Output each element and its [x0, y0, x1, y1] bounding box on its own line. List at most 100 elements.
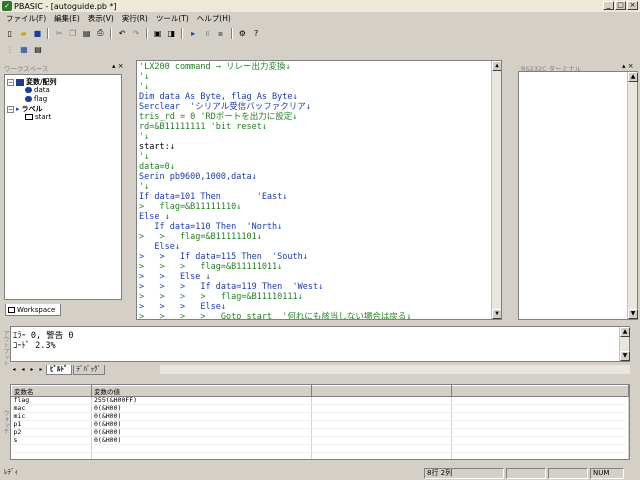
variables-folder-icon: [16, 78, 24, 86]
menu-view[interactable]: 表示(V): [88, 13, 114, 24]
code-line[interactable]: > > > Else↓: [139, 302, 226, 312]
menu-help[interactable]: ヘルプ(H): [197, 13, 231, 24]
collapse-icon[interactable]: −: [7, 105, 14, 113]
code-line[interactable]: tris_rd = 0 'RDポートを出力に設定↓: [139, 112, 297, 122]
code-line[interactable]: data=0↓: [139, 162, 175, 172]
collapse-icon[interactable]: −: [7, 78, 14, 86]
workspace-panel-controls[interactable]: ▴ ×: [112, 62, 124, 70]
output-vertical-scrollbar[interactable]: ▲ ▼: [619, 327, 630, 361]
copy-icon[interactable]: ❐: [67, 28, 79, 39]
tree-item-label: data: [34, 86, 50, 94]
empty-cell: [311, 452, 452, 459]
menu-bar: ファイル(F) 編集(E) 表示(V) 実行(R) ツール(T) ヘルプ(H): [0, 12, 640, 25]
variables-watch-table[interactable]: 変数名 変数の値 flag 255(&H00FF) mac 0(&H00) mic 0…: [10, 384, 630, 460]
code-editor[interactable]: 'LX200 command → リレー出力変換↓ '↓ '↓ Dim data As…: [136, 60, 502, 320]
table-row[interactable]: s 0(&H00): [11, 436, 629, 445]
print-icon[interactable]: ⎙: [95, 28, 107, 39]
cut-icon[interactable]: ✂: [53, 28, 65, 39]
scroll-up-icon[interactable]: ▲: [620, 327, 630, 337]
code-line[interactable]: If data=110 Then 'North↓: [139, 222, 282, 232]
tab-nav-next-icon[interactable]: ▸: [28, 366, 36, 373]
code-line[interactable]: 'LX200 command → リレー出力変換↓: [139, 62, 291, 72]
help-icon[interactable]: ?: [250, 28, 262, 39]
new-file-icon[interactable]: ▯: [4, 28, 16, 39]
empty-cell: [311, 396, 452, 405]
empty-cell: [451, 404, 629, 413]
status-pane: [548, 468, 588, 479]
workspace-tab[interactable]: Workspace: [5, 304, 61, 316]
table-row[interactable]: [11, 444, 629, 453]
maximize-button[interactable]: □: [615, 1, 626, 10]
undo-icon[interactable]: ↶: [116, 28, 128, 39]
code-line[interactable]: '↓: [139, 152, 149, 162]
column-header-value[interactable]: 変数の値: [91, 385, 312, 397]
tree-item-var[interactable]: data: [25, 86, 50, 94]
menu-file[interactable]: ファイル(F): [6, 13, 46, 24]
menu-run[interactable]: 実行(R): [122, 13, 148, 24]
code-line[interactable]: > > If data=115 Then 'South↓: [139, 252, 308, 262]
code-line[interactable]: > > > If data=119 Then 'West↓: [139, 282, 323, 292]
variable-name-cell: p2: [11, 428, 92, 437]
code-line[interactable]: If data=101 Then 'East↓: [139, 192, 287, 202]
scroll-down-icon[interactable]: ▼: [628, 309, 638, 319]
empty-cell: [451, 420, 629, 429]
tab-nav-prev-icon[interactable]: ◂: [19, 366, 27, 373]
paste-icon[interactable]: ▤: [81, 28, 93, 39]
rs232c-terminal[interactable]: ▲ ▼: [518, 71, 638, 320]
build-icon[interactable]: ▣: [152, 28, 164, 39]
scroll-down-icon[interactable]: ▼: [492, 309, 501, 319]
open-folder-icon[interactable]: ▰: [18, 28, 30, 39]
column-header-name[interactable]: 変数名: [11, 385, 92, 397]
code-line[interactable]: Serin pb9600,1000,data↓: [139, 172, 257, 182]
code-line[interactable]: > > Else ↓: [139, 272, 211, 282]
resize-grip-icon[interactable]: [626, 468, 638, 479]
terminal-vertical-scrollbar[interactable]: ▲ ▼: [627, 72, 638, 319]
transfer-icon[interactable]: ◨: [166, 28, 178, 39]
redo-icon[interactable]: ↷: [130, 28, 142, 39]
stop-icon[interactable]: ▪: [215, 28, 227, 39]
tree-item-label-start[interactable]: start: [25, 113, 51, 121]
code-line[interactable]: '↓: [139, 182, 149, 192]
close-button[interactable]: ×: [627, 1, 638, 10]
terminal-panel-controls[interactable]: ▴ ×: [622, 62, 634, 70]
pause-icon[interactable]: ॥: [201, 28, 213, 39]
code-line[interactable]: > > > flag=&B11111011↓: [139, 262, 282, 272]
tab-nav-last-icon[interactable]: ▸: [37, 366, 45, 373]
scroll-up-icon[interactable]: ▲: [492, 61, 501, 71]
code-line[interactable]: Dim data As Byte, flag As Byte↓: [139, 92, 298, 102]
code-line[interactable]: rd=&B11111111 'bit reset↓: [139, 122, 267, 132]
code-line[interactable]: Else ↓: [139, 212, 170, 222]
terminal-toggle-icon[interactable]: ▤: [32, 44, 44, 55]
code-line[interactable]: Serclear 'シリアル受信バッファクリア↓: [139, 102, 311, 112]
code-line[interactable]: > > > > flag=&B11110111↓: [139, 292, 303, 302]
settings-icon[interactable]: ⚙: [237, 28, 249, 39]
menu-edit[interactable]: 編集(E): [54, 13, 80, 24]
code-line[interactable]: > > > > Goto start '何れにも該当しない場合は戻る↓: [139, 312, 412, 319]
scroll-up-icon[interactable]: ▲: [628, 72, 638, 82]
workspace-toggle-icon[interactable]: ▦: [18, 44, 30, 55]
menu-tools[interactable]: ツール(T): [156, 13, 189, 24]
save-icon[interactable]: ■: [32, 28, 44, 39]
editor-vertical-scrollbar[interactable]: ▲ ▼: [491, 61, 501, 319]
output-horizontal-scrollbar[interactable]: [160, 365, 630, 374]
run-icon[interactable]: ▸: [187, 28, 199, 39]
code-line[interactable]: > flag=&B11111110↓: [139, 202, 241, 212]
window-title: PBASIC - [autoguide.pb *]: [14, 1, 117, 11]
code-line[interactable]: '↓: [139, 82, 149, 92]
code-line[interactable]: '↓: [139, 72, 149, 82]
variable-icon: [25, 87, 32, 93]
minimize-button[interactable]: _: [603, 1, 614, 10]
code-line[interactable]: start:↓: [139, 142, 175, 152]
tab-build[interactable]: ﾋﾞﾙﾄﾞ: [46, 364, 72, 375]
tree-item-var[interactable]: flag: [25, 95, 47, 103]
tab-debug[interactable]: ﾃﾞﾊﾞｯｸﾞ: [72, 364, 105, 375]
tab-nav-first-icon[interactable]: ◂: [10, 366, 18, 373]
scroll-down-icon[interactable]: ▼: [620, 351, 630, 361]
pbasic-app-icon[interactable]: ✓: [2, 1, 12, 11]
code-line[interactable]: '↓: [139, 132, 149, 142]
code-line[interactable]: Else↓: [139, 242, 180, 252]
label-icon: [25, 114, 33, 120]
table-row[interactable]: [11, 452, 629, 459]
build-output[interactable]: ｴﾗｰ 0, 警告 0 ｺｰﾄﾞ 2.3% ▲ ▼: [10, 326, 630, 362]
code-line[interactable]: > > flag=&B11111101↓: [139, 232, 262, 242]
